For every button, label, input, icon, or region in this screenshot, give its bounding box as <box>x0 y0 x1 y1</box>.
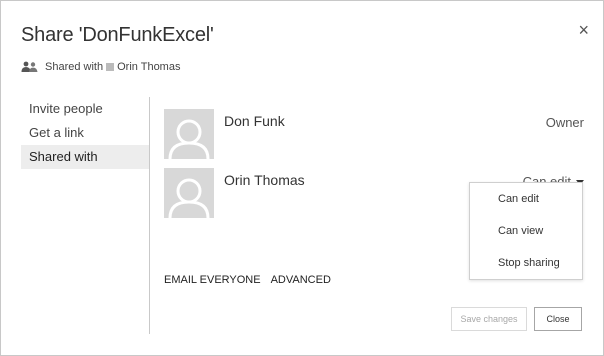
person-row-owner: Don Funk Owner <box>164 109 584 159</box>
menu-item-can-view[interactable]: Can view <box>470 215 582 247</box>
person-role: Owner <box>545 115 584 130</box>
menu-item-stop-sharing[interactable]: Stop sharing <box>470 247 582 279</box>
avatar <box>164 168 214 218</box>
email-everyone-link[interactable]: EMAIL EVERYONE <box>164 274 261 286</box>
nav-item-invite-people[interactable]: Invite people <box>21 97 149 121</box>
people-icon <box>21 61 38 72</box>
share-nav: Invite people Get a link Shared with <box>21 97 149 169</box>
action-links: EMAIL EVERYONE ADVANCED <box>164 274 331 286</box>
default-avatar-icon <box>164 168 214 218</box>
role-menu: Can edit Can view Stop sharing <box>469 182 583 280</box>
nav-divider <box>149 97 150 334</box>
user-color-icon <box>106 63 115 71</box>
close-icon[interactable]: × <box>578 21 589 39</box>
save-changes-button[interactable]: Save changes <box>451 307 527 331</box>
shared-with-name: Orin Thomas <box>117 61 181 73</box>
person-name: Don Funk <box>224 113 285 129</box>
default-avatar-icon <box>164 109 214 159</box>
nav-item-shared-with[interactable]: Shared with <box>21 145 149 169</box>
share-dialog: Share 'DonFunkExcel' × Shared with Orin … <box>0 0 604 356</box>
avatar <box>164 109 214 159</box>
shared-with-summary: Shared with Orin Thomas <box>21 61 180 73</box>
menu-item-can-edit[interactable]: Can edit <box>470 183 582 215</box>
nav-item-get-a-link[interactable]: Get a link <box>21 121 149 145</box>
advanced-link[interactable]: ADVANCED <box>271 274 331 286</box>
dialog-title: Share 'DonFunkExcel' <box>21 24 214 46</box>
shared-with-label: Shared with <box>45 61 104 73</box>
close-button[interactable]: Close <box>534 307 582 331</box>
person-name: Orin Thomas <box>224 172 305 188</box>
